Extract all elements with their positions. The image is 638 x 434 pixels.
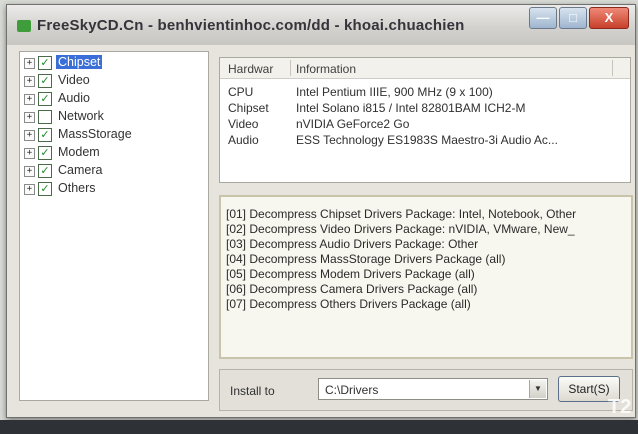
hardware-cell: Chipset [228,101,269,115]
expand-icon[interactable]: + [24,94,35,105]
checkbox-video[interactable]: ✓ [38,74,52,88]
log-line: [05] Decompress Modem Drivers Package (a… [226,267,475,281]
log-line: [06] Decompress Camera Drivers Package (… [226,282,478,296]
column-header-hardware[interactable]: Hardwar [228,62,273,76]
tree-label-audio[interactable]: Audio [56,91,92,105]
app-icon [17,20,31,32]
expand-icon[interactable]: + [24,112,35,123]
checkbox-network[interactable] [38,110,52,124]
tree-label-modem[interactable]: Modem [56,145,102,159]
expand-icon[interactable]: + [24,166,35,177]
tree-label-camera[interactable]: Camera [56,163,104,177]
watermark: T2 [608,396,632,418]
information-cell: Intel Pentium IIIE, 900 MHz (9 x 100) [296,85,493,99]
checkbox-massstorage[interactable]: ✓ [38,128,52,142]
info-header: Hardwar Information [220,58,630,79]
checkbox-audio[interactable]: ✓ [38,92,52,106]
window-title: FreeSkyCD.Cn - benhvientinhoc.com/dd - k… [37,17,465,34]
install-to-label: Install to [230,384,275,398]
log-output[interactable]: [01] Decompress Chipset Drivers Package:… [219,195,633,359]
checkbox-camera[interactable]: ✓ [38,164,52,178]
tree-label-chipset[interactable]: Chipset [56,55,103,69]
expand-icon[interactable]: + [24,76,35,87]
tree-label-network[interactable]: Network [56,109,106,123]
maximize-button[interactable]: □ [559,7,587,29]
install-path-value[interactable]: C:\Drivers [325,383,378,397]
information-cell: nVIDIA GeForce2 Go [296,117,410,131]
information-cell: Intel Solano i815 / Intel 82801BAM ICH2-… [296,101,526,115]
close-button[interactable]: X [589,7,629,29]
column-header-information[interactable]: Information [296,62,356,76]
log-line: [03] Decompress Audio Drivers Package: O… [226,237,479,251]
hardware-cell: Video [228,117,259,131]
hardware-cell: CPU [228,85,254,99]
tree-label-video[interactable]: Video [56,73,92,87]
expand-icon[interactable]: + [24,58,35,69]
minimize-button[interactable]: — [529,7,557,29]
log-line: [01] Decompress Chipset Drivers Package:… [226,207,577,221]
expand-icon[interactable]: + [24,148,35,159]
chevron-down-icon[interactable]: ▼ [529,380,546,398]
device-tree[interactable]: + ✓ Chipset + ✓ Video + ✓ Audio + Networ… [19,51,209,401]
tree-label-others[interactable]: Others [56,181,98,195]
title-bar[interactable]: FreeSkyCD.Cn - benhvientinhoc.com/dd - k… [7,5,635,45]
taskbar-strip [0,420,638,434]
log-line: [02] Decompress Video Drivers Package: n… [226,222,575,236]
header-divider [612,60,613,76]
main-window: FreeSkyCD.Cn - benhvientinhoc.com/dd - k… [6,4,636,418]
header-divider [290,60,291,76]
expand-icon[interactable]: + [24,184,35,195]
tree-label-massstorage[interactable]: MassStorage [56,127,134,141]
hardware-info-list[interactable]: Hardwar Information CPU Intel Pentium II… [219,57,631,183]
checkbox-modem[interactable]: ✓ [38,146,52,160]
install-path-select[interactable]: C:\Drivers ▼ [318,378,548,400]
log-line: [04] Decompress MassStorage Drivers Pack… [226,252,506,266]
checkbox-chipset[interactable]: ✓ [38,56,52,70]
log-line: [07] Decompress Others Drivers Package (… [226,297,471,311]
information-cell: ESS Technology ES1983S Maestro-3i Audio … [296,133,558,147]
expand-icon[interactable]: + [24,130,35,141]
checkbox-others[interactable]: ✓ [38,182,52,196]
install-bar: Install to C:\Drivers ▼ Start(S) [219,369,633,411]
hardware-cell: Audio [228,133,259,147]
